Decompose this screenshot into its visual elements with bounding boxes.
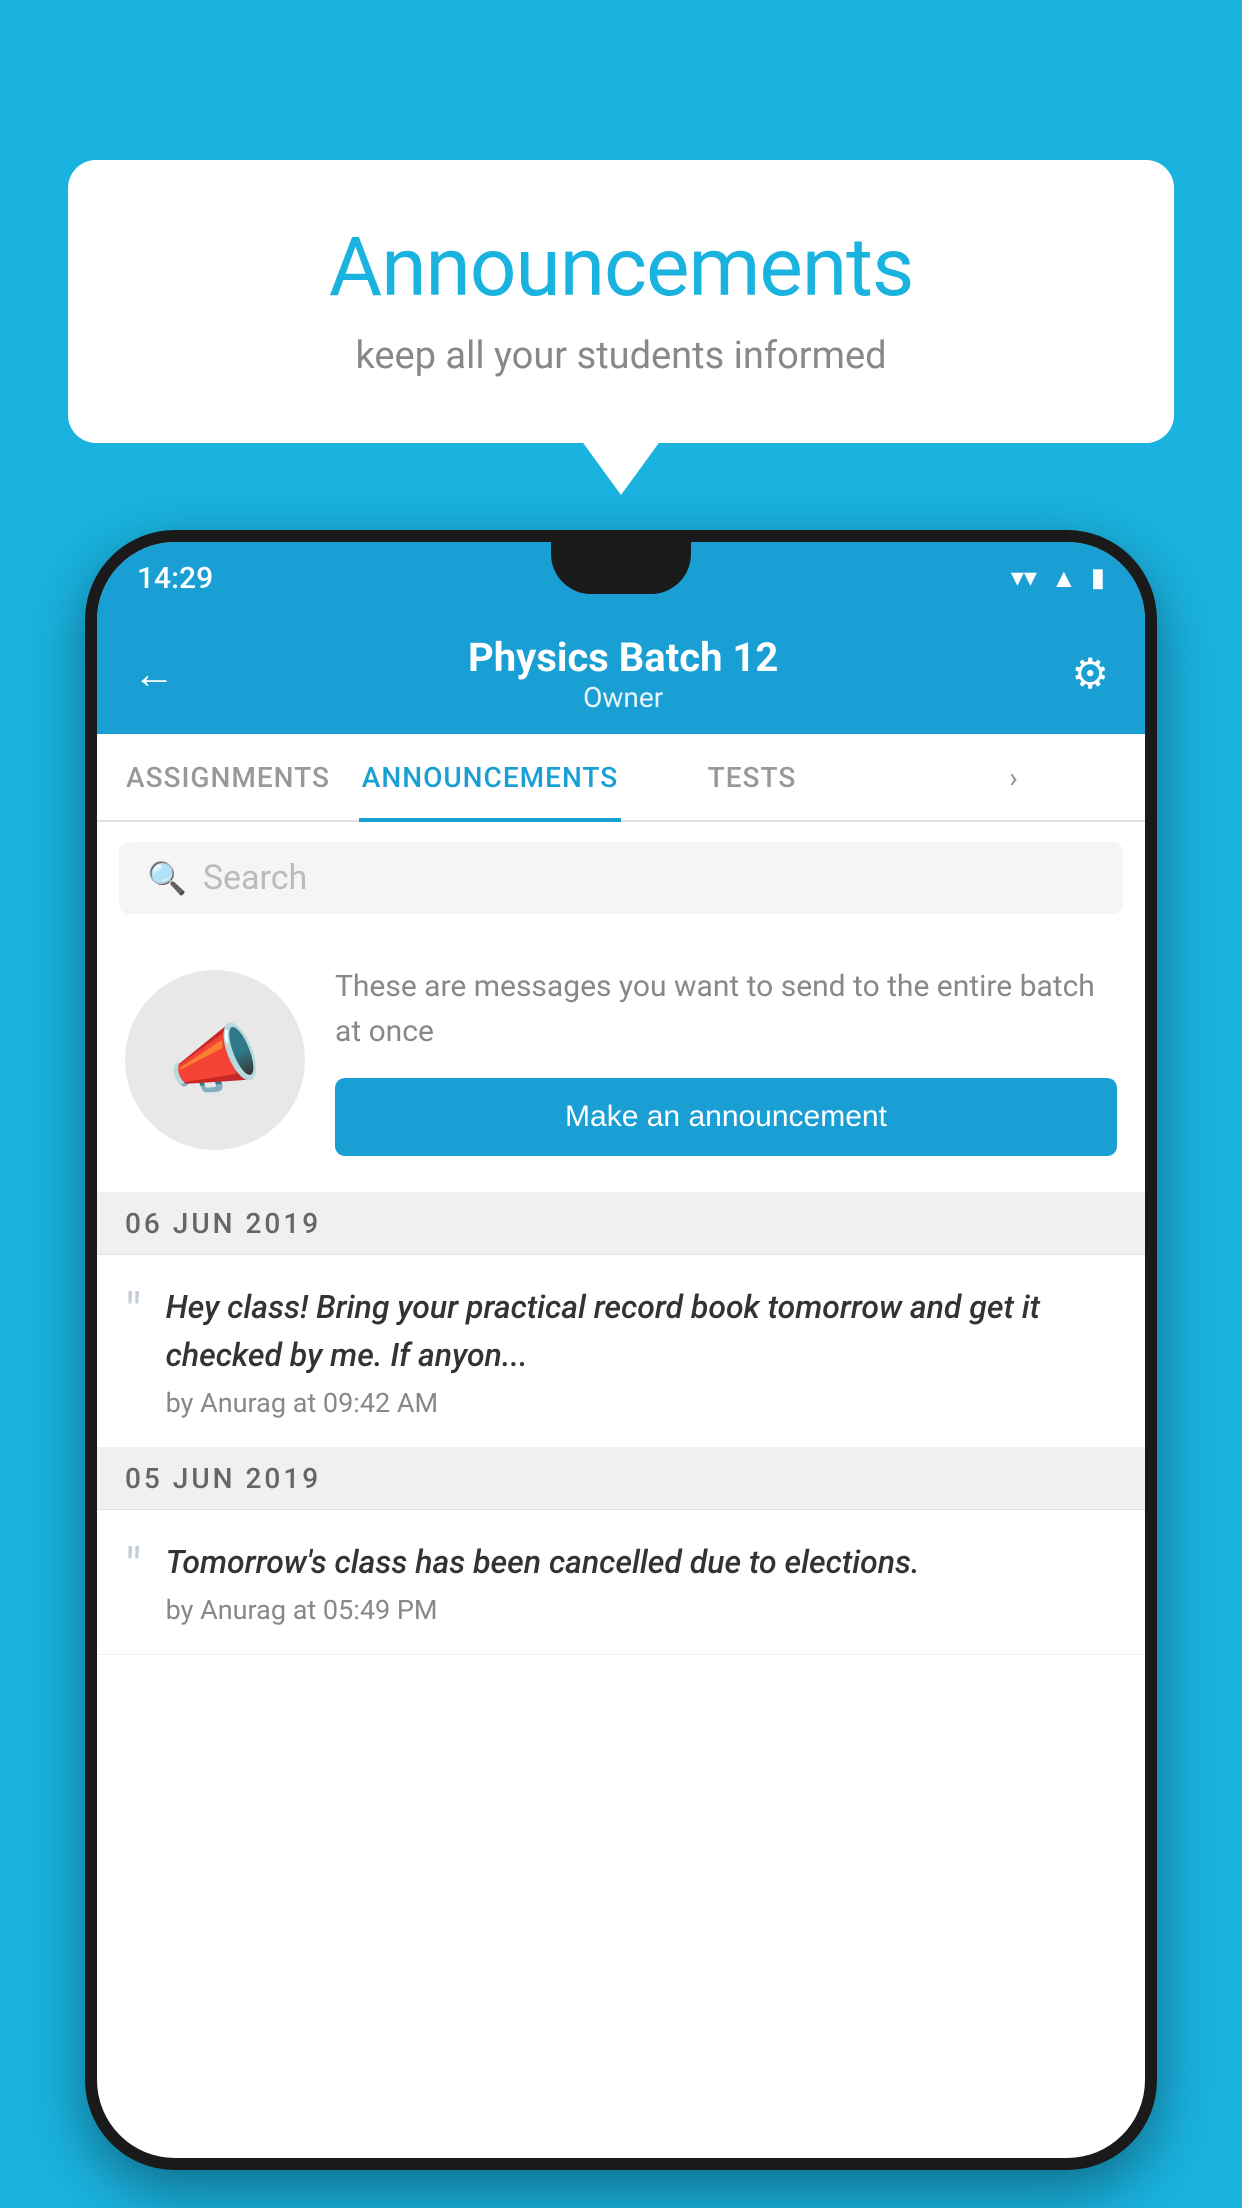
date-separator-2: 05 JUN 2019 (97, 1448, 1145, 1510)
search-placeholder: Search (203, 858, 307, 898)
megaphone-icon: 📣 (168, 1016, 261, 1104)
app-bar-subtitle: Owner (468, 681, 778, 714)
announcement-meta-2: by Anurag at 05:49 PM (166, 1594, 1117, 1626)
announcement-item-2: " Tomorrow's class has been cancelled du… (97, 1510, 1145, 1655)
search-icon: 🔍 (147, 859, 187, 897)
quote-icon-1: " (125, 1287, 142, 1339)
tab-announcements[interactable]: ANNOUNCEMENTS (359, 734, 621, 820)
announcement-meta-1: by Anurag at 09:42 AM (166, 1387, 1117, 1419)
phone-screen: 14:29 ▾▾ ▲ ▮ ← Physics Batch 12 Owner ⚙ (97, 542, 1145, 2158)
date-separator-1: 06 JUN 2019 (97, 1193, 1145, 1255)
bubble-subtitle: keep all your students informed (148, 334, 1094, 378)
announcement-text-2: Tomorrow's class has been cancelled due … (166, 1538, 1117, 1586)
empty-state-description: These are messages you want to send to t… (335, 964, 1117, 1054)
announcement-item-1: " Hey class! Bring your practical record… (97, 1255, 1145, 1448)
app-bar-title: Physics Batch 12 (468, 634, 778, 681)
megaphone-circle: 📣 (125, 970, 305, 1150)
status-icons: ▾▾ ▲ ▮ (1011, 563, 1105, 594)
tab-assignments[interactable]: ASSIGNMENTS (97, 734, 359, 820)
app-bar: ← Physics Batch 12 Owner ⚙ (97, 614, 1145, 734)
settings-button[interactable]: ⚙ (1071, 649, 1109, 699)
content-area: 🔍 Search 📣 These are messages you want t… (97, 822, 1145, 1655)
bubble-title: Announcements (148, 220, 1094, 316)
signal-icon: ▲ (1051, 563, 1077, 594)
speech-bubble: Announcements keep all your students inf… (68, 160, 1174, 443)
phone: 14:29 ▾▾ ▲ ▮ ← Physics Batch 12 Owner ⚙ (85, 530, 1157, 2170)
search-bar[interactable]: 🔍 Search (119, 842, 1123, 914)
tabs: ASSIGNMENTS ANNOUNCEMENTS TESTS › (97, 734, 1145, 822)
make-announcement-button[interactable]: Make an announcement (335, 1078, 1117, 1156)
announcement-content-1: Hey class! Bring your practical record b… (166, 1283, 1117, 1419)
tab-tests[interactable]: TESTS (621, 734, 883, 820)
back-button[interactable]: ← (133, 650, 175, 699)
app-bar-center: Physics Batch 12 Owner (468, 634, 778, 714)
wifi-icon: ▾▾ (1011, 563, 1037, 593)
empty-state: 📣 These are messages you want to send to… (97, 934, 1145, 1193)
announcement-content-2: Tomorrow's class has been cancelled due … (166, 1538, 1117, 1626)
speech-bubble-section: Announcements keep all your students inf… (68, 160, 1174, 443)
phone-container: 14:29 ▾▾ ▲ ▮ ← Physics Batch 12 Owner ⚙ (85, 530, 1157, 2208)
battery-icon: ▮ (1091, 563, 1105, 593)
status-time: 14:29 (137, 561, 213, 596)
announcement-text-1: Hey class! Bring your practical record b… (166, 1283, 1117, 1379)
empty-state-right: These are messages you want to send to t… (335, 964, 1117, 1156)
status-bar: 14:29 ▾▾ ▲ ▮ (97, 542, 1145, 614)
notch (551, 542, 691, 594)
quote-icon-2: " (125, 1542, 142, 1594)
tab-more[interactable]: › (883, 734, 1145, 820)
